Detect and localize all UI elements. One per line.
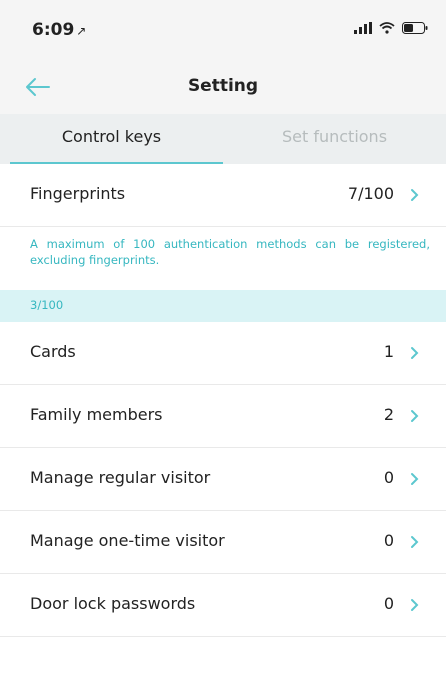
- chevron-right-icon: [411, 347, 419, 359]
- chevron-right-icon: [411, 599, 419, 611]
- list-item-one-time-visitor[interactable]: Manage one-time visitor 0: [0, 511, 446, 574]
- tab-control-keys[interactable]: Control keys: [0, 114, 223, 166]
- tab-bar: Control keys Set functions: [0, 114, 446, 166]
- status-icons: [354, 20, 428, 36]
- status-time: 6:09 ↗: [32, 20, 86, 40]
- cellular-signal-icon: [354, 22, 372, 34]
- page-title: Setting: [187, 76, 259, 96]
- wifi-icon: [379, 22, 395, 34]
- list-item-label: Cards: [30, 342, 76, 361]
- tab-set-functions[interactable]: Set functions: [223, 114, 446, 164]
- notice-panel: A maximum of 100 authentication methods …: [0, 228, 446, 290]
- list-item-value: 0: [383, 594, 394, 613]
- list-item-value: 1: [383, 342, 394, 361]
- list-item-value: 0: [383, 468, 394, 487]
- navigation-bar: Setting: [0, 60, 446, 114]
- chevron-right-icon: [411, 410, 419, 422]
- list-item-label: Door lock passwords: [30, 594, 196, 613]
- registration-count: 3/100: [30, 298, 64, 312]
- list-item-door-lock-passwords[interactable]: Door lock passwords 0: [0, 574, 446, 637]
- list-item-value: 0: [383, 531, 394, 550]
- location-icon: ↗: [76, 24, 87, 38]
- list-item-label: Family members: [30, 405, 163, 424]
- list-item-label: Manage one-time visitor: [30, 531, 225, 550]
- list-item-label: Manage regular visitor: [30, 468, 211, 487]
- list-item-regular-visitor[interactable]: Manage regular visitor 0: [0, 448, 446, 511]
- chevron-right-icon: [411, 536, 419, 548]
- list-item-value: 2: [383, 405, 394, 424]
- status-bar: 6:09 ↗: [0, 0, 446, 50]
- list-item-cards[interactable]: Cards 1: [0, 322, 446, 385]
- list-item-family-members[interactable]: Family members 2: [0, 385, 446, 448]
- list-item-fingerprints[interactable]: Fingerprints 7/100: [0, 164, 446, 227]
- list-item-label: Fingerprints: [30, 184, 126, 203]
- registration-counter: 3/100: [0, 290, 446, 322]
- battery-icon: [402, 22, 428, 34]
- notice-text: A maximum of 100 authentication methods …: [30, 237, 430, 267]
- chevron-right-icon: [411, 473, 419, 485]
- list-item-value: 7/100: [347, 184, 394, 203]
- status-time-text: 6:09: [32, 20, 75, 40]
- chevron-right-icon: [411, 189, 419, 201]
